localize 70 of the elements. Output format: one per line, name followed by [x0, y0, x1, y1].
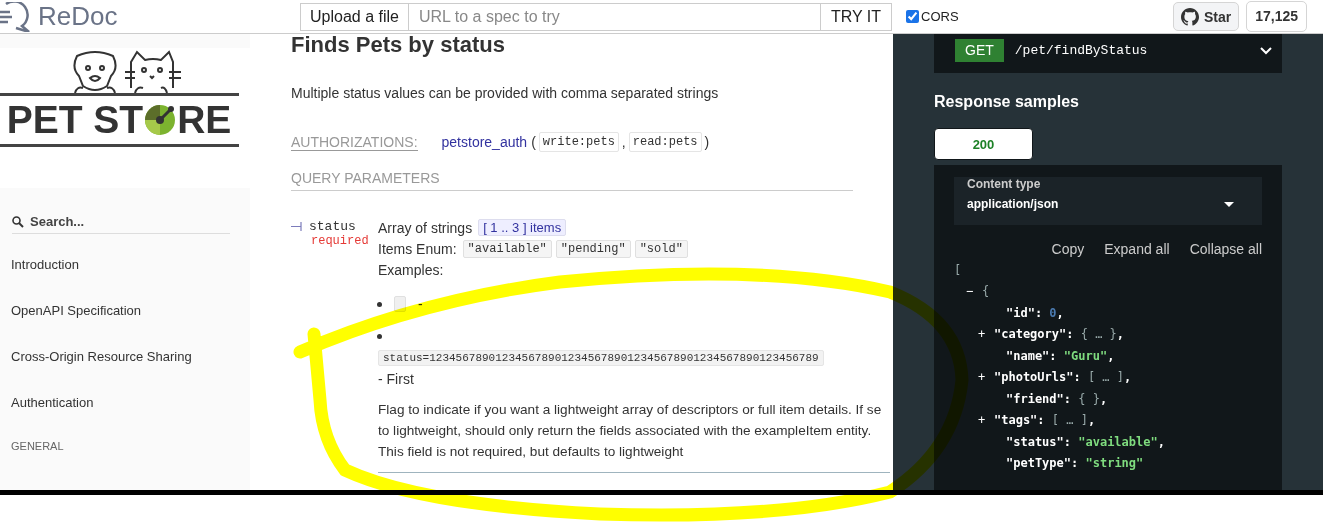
- example-text: -: [418, 296, 423, 312]
- enum-value: "pending": [555, 240, 631, 258]
- json-bracket: {: [982, 284, 990, 299]
- examples-label: Examples:: [378, 262, 445, 278]
- enum-value: "sold": [634, 240, 688, 258]
- upload-button[interactable]: Upload a file: [300, 2, 409, 31]
- constraint-tag: [ 1 .. 3 ] items: [478, 219, 567, 236]
- gauge-icon: [143, 103, 178, 137]
- method-badge: GET: [955, 39, 1004, 62]
- collapse-toggle[interactable]: −: [966, 284, 982, 299]
- section-title: Response samples: [934, 93, 1080, 111]
- json-entry: "photoUrls": [ … ],: [994, 370, 1132, 385]
- enum-label: Items Enum:: [378, 241, 457, 257]
- scope-tag: read:pets: [628, 132, 702, 152]
- status-tab[interactable]: 200: [934, 128, 1033, 160]
- expand-toggle[interactable]: +: [978, 327, 994, 342]
- sidebar-section-title: GENERAL: [10, 440, 65, 452]
- brand-name: ReDoc: [38, 1, 118, 32]
- json-entry: "petType": "string": [1006, 456, 1144, 471]
- sidebar-item[interactable]: OpenAPI Specification: [0, 288, 250, 334]
- url-field[interactable]: URL to a spec to try: [408, 2, 821, 31]
- param-name: status: [309, 219, 356, 234]
- comma: ,: [621, 134, 626, 150]
- json-bracket: [: [954, 262, 962, 277]
- content-type-dropdown[interactable]: Content type application/json: [954, 177, 1262, 225]
- required-label: required: [311, 234, 370, 248]
- github-icon: [1180, 7, 1199, 26]
- json-entry: "status": "available",: [1006, 434, 1165, 449]
- action-button[interactable]: Collapse all: [1189, 241, 1262, 257]
- param-description: Flag to indicate if you want a lightweight array of descriptors or full item details. If se to lightweight, should only return the fields associated with the exampleItem entity. This field is not required, but defaults to lightweight: [378, 399, 890, 473]
- auth-scheme: petstore_auth: [441, 134, 528, 150]
- example-note: - First: [378, 371, 415, 387]
- operation-title: Finds Pets by status: [291, 34, 506, 56]
- cors-label: CORS: [921, 9, 959, 24]
- sidebar-item[interactable]: Cross-Origin Resource Sharing: [0, 334, 250, 380]
- query-parameters-title: QUERY PARAMETERS: [291, 170, 853, 191]
- action-button[interactable]: Expand all: [1104, 241, 1170, 257]
- operation-description: Multiple status values can be provided with comma separated strings: [291, 85, 720, 101]
- logo-text: PET ST: [6, 97, 144, 143]
- search-field[interactable]: Search...: [30, 214, 220, 229]
- scope-tag: write:pets: [538, 132, 619, 152]
- bullet-icon: [377, 333, 382, 339]
- star-count[interactable]: 17,125: [1246, 1, 1307, 32]
- example-code: status=12345678901234567890123456789012345678901234567890123456789: [378, 350, 824, 366]
- paren: (: [531, 134, 536, 150]
- param-type: Array of strings: [378, 219, 473, 236]
- json-entry: "name": "Guru",: [1006, 348, 1115, 363]
- tree-line-icon: [291, 222, 302, 231]
- try-it-button[interactable]: TRY IT: [820, 2, 893, 31]
- authorizations-label: AUTHORIZATIONS:: [291, 133, 418, 151]
- endpoint-path: /pet/findByStatus: [1014, 43, 1148, 58]
- search-icon: [12, 215, 24, 228]
- paren: ): [704, 134, 710, 150]
- bullet-icon: [377, 301, 382, 307]
- star-button[interactable]: Star: [1172, 2, 1240, 31]
- json-entry: "friend": { },: [1006, 391, 1108, 406]
- expand-toggle[interactable]: +: [978, 413, 994, 428]
- sidebar-item[interactable]: Authentication: [0, 380, 250, 426]
- enum-value: "available": [462, 240, 552, 258]
- action-button[interactable]: Copy: [1051, 241, 1085, 257]
- endpoint-bar[interactable]: GET /pet/findByStatus: [934, 34, 1282, 73]
- expand-toggle[interactable]: +: [978, 370, 994, 385]
- json-entry: "category": { … },: [994, 327, 1125, 342]
- caret-icon: [1224, 201, 1234, 207]
- chevron-down-icon: [1260, 46, 1272, 55]
- sidebar-item[interactable]: Introduction: [0, 242, 250, 288]
- logo-text: RE: [177, 97, 232, 143]
- json-entry: "id": 0,: [1006, 305, 1064, 320]
- cors-checkbox[interactable]: [906, 10, 920, 23]
- json-entry: "tags": [ … ],: [994, 413, 1096, 428]
